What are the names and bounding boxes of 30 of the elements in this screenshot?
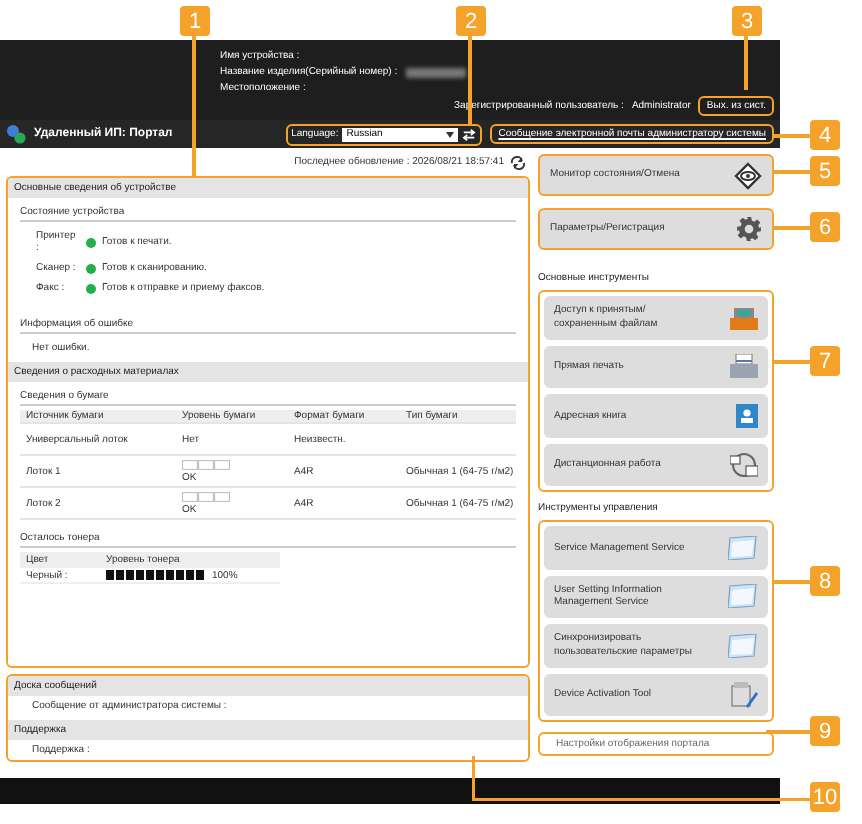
callout-badge: 10: [810, 782, 840, 812]
refresh-icon[interactable]: [510, 155, 526, 169]
callout-badge: 2: [456, 6, 486, 36]
paper-level-gauge: [182, 491, 230, 501]
callout-badge: 7: [810, 346, 840, 376]
callout-badge: 1: [180, 6, 210, 36]
callout-badge: 4: [810, 120, 840, 150]
device-with-pen-icon: [730, 680, 758, 709]
callout-badge: 9: [810, 716, 840, 746]
callout-badge: 8: [810, 566, 840, 596]
callout-badge: 5: [810, 156, 840, 186]
paper-level-gauge: [182, 459, 230, 469]
window-icon: [728, 584, 758, 609]
address-book-icon: [736, 403, 758, 428]
portal-logo-icon: [6, 124, 26, 144]
window-icon: [728, 633, 758, 658]
callout-badge: 6: [810, 212, 840, 242]
remote-screens-icon: [730, 451, 758, 478]
leader-line: [744, 36, 747, 90]
leader-line: [774, 170, 810, 173]
leader-line: [766, 730, 810, 733]
leader-line: [774, 226, 810, 229]
printer-icon: [730, 354, 758, 379]
tray-icon: [730, 305, 758, 330]
window-icon: [728, 535, 758, 560]
eye-icon: [734, 161, 762, 189]
gear-icon: [736, 216, 762, 242]
blurred-serial: [405, 67, 466, 77]
callout-badge: 3: [732, 6, 762, 36]
leader-line: [774, 134, 810, 137]
